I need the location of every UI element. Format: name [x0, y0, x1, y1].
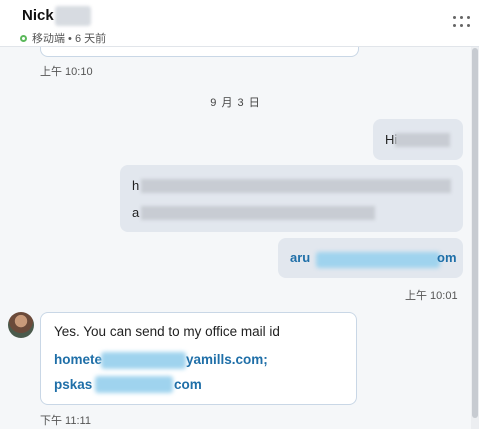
- contact-avatar[interactable]: [8, 312, 34, 338]
- message-text: a: [132, 205, 140, 220]
- email-link[interactable]: pskas: [54, 377, 92, 392]
- redacted-text: [395, 133, 450, 147]
- message-time: 下午 11:11: [40, 415, 91, 427]
- contact-name[interactable]: Nick: [22, 7, 54, 24]
- email-link-end[interactable]: com: [174, 377, 202, 392]
- incoming-message: Yes. You can send to my office mail id h…: [40, 312, 357, 405]
- status-text: 移动端 • 6 天前: [32, 33, 107, 45]
- outgoing-message: h a: [120, 165, 463, 232]
- email-link[interactable]: aru: [290, 250, 310, 265]
- message-text: Yes. You can send to my office mail id: [54, 324, 280, 339]
- contact-status: 移动端 • 6 天前: [20, 30, 106, 46]
- email-link[interactable]: homete: [54, 352, 102, 367]
- online-status-icon: [20, 34, 27, 42]
- redacted-link: [101, 352, 186, 369]
- message-time: 上午 10:01: [405, 290, 458, 302]
- chat-header: Nick 移动端 • 6 天前: [0, 0, 479, 47]
- redacted-text: [141, 206, 375, 220]
- email-link-end[interactable]: yamills.com;: [186, 352, 268, 367]
- more-options-icon[interactable]: [453, 16, 471, 28]
- redacted-link: [95, 376, 173, 393]
- redacted-link: [316, 252, 440, 268]
- redacted-name-part: [55, 6, 91, 26]
- outgoing-message: Hi: [373, 119, 463, 160]
- outgoing-message: aru om: [278, 238, 463, 278]
- date-separator: 9 月 3 日: [210, 97, 261, 109]
- scrollbar-thumb[interactable]: [472, 48, 478, 418]
- message-time: 上午 10:10: [40, 66, 93, 78]
- message-text: h: [132, 178, 140, 193]
- redacted-text: [141, 179, 451, 193]
- email-link-end[interactable]: om: [437, 250, 457, 265]
